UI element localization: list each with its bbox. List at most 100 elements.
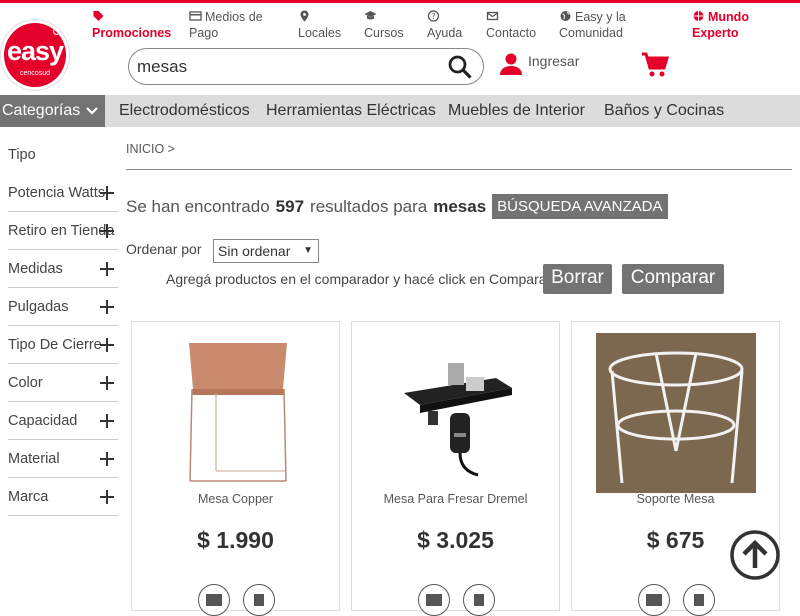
- breadcrumb[interactable]: INICIO >: [126, 142, 175, 156]
- top-links: Promociones Medios de Pago Locales Curso…: [0, 9, 800, 45]
- results-query: mesas: [433, 197, 487, 216]
- facet-label: Tipo De Cierre: [8, 337, 102, 353]
- search-box: [128, 48, 484, 85]
- product-image[interactable]: [596, 333, 756, 493]
- results-summary: Se han encontrado 597 resultados para mesas…: [126, 194, 668, 220]
- graduation-cap-icon: [364, 11, 377, 20]
- svg-text:?: ?: [431, 12, 435, 21]
- cursos-label: Cursos: [364, 26, 404, 40]
- facet-potencia[interactable]: Potencia Watts: [8, 174, 118, 212]
- locales-link[interactable]: Locales: [298, 9, 341, 41]
- mail-icon: [486, 11, 499, 21]
- compare-button[interactable]: Comparar: [622, 264, 724, 294]
- promociones-label: Promociones: [92, 26, 172, 40]
- facet-capacidad[interactable]: Capacidad: [8, 402, 118, 440]
- store-pickup-icon: [243, 584, 275, 616]
- clear-button[interactable]: Borrar: [543, 264, 612, 294]
- logo-sub-text: cencosud: [20, 70, 50, 77]
- plus-icon[interactable]: [100, 224, 114, 238]
- search-icon[interactable]: [447, 54, 473, 80]
- mundo-experto-link[interactable]: Mundo Experto: [692, 9, 782, 41]
- medios-pago-link[interactable]: Medios de Pago: [189, 9, 269, 41]
- plus-icon[interactable]: [100, 452, 114, 466]
- store-pickup-icon: [463, 584, 495, 616]
- product-price: $ 3.025: [417, 527, 494, 553]
- advanced-search-button[interactable]: BÚSQUEDA AVANZADA: [492, 194, 668, 219]
- product-image[interactable]: [376, 333, 536, 493]
- product-name[interactable]: Mesa Copper: [132, 492, 339, 506]
- plus-icon[interactable]: [100, 186, 114, 200]
- store-pickup-icon: [683, 584, 715, 616]
- contacto-link[interactable]: Contacto: [486, 9, 536, 41]
- category-navbar: Categorías Electrodomésticos Herramienta…: [0, 95, 800, 127]
- globe-icon: [693, 11, 704, 21]
- login-link[interactable]: Ingresar: [498, 51, 579, 79]
- facet-label: Marca: [8, 489, 49, 505]
- nav-item-banos[interactable]: Baños y Cocinas: [604, 95, 724, 127]
- facet-label: Capacidad: [8, 413, 78, 429]
- locales-label: Locales: [298, 26, 342, 40]
- categories-dropdown[interactable]: Categorías: [0, 95, 105, 127]
- chevron-down-icon: [86, 107, 98, 115]
- sort-select[interactable]: Sin ordenar ▼: [213, 239, 319, 263]
- location-pin-icon: [300, 10, 309, 22]
- product-image[interactable]: [156, 333, 316, 493]
- scroll-to-top-icon[interactable]: [729, 529, 781, 581]
- product-card[interactable]: Mesa Para Fresar Dremel $ 3.025: [351, 321, 560, 616]
- facet-pulgadas[interactable]: Pulgadas: [8, 288, 118, 326]
- product-name[interactable]: Mesa Para Fresar Dremel: [352, 492, 559, 506]
- results-middle: resultados para: [310, 197, 428, 216]
- nav-item-muebles[interactable]: Muebles de Interior: [448, 95, 585, 127]
- cart-icon[interactable]: [640, 50, 670, 80]
- card-icon: [189, 11, 202, 21]
- facet-material[interactable]: Material: [8, 440, 118, 478]
- sort-control: Ordenar por Sin ordenar ▼: [126, 239, 319, 263]
- truck-icon: [418, 584, 450, 616]
- search-input[interactable]: [137, 55, 437, 79]
- facet-label: Potencia Watts: [8, 185, 105, 201]
- nav-item-herramientas[interactable]: Herramientas Eléctricas: [266, 95, 436, 127]
- breadcrumb-divider: [126, 169, 792, 170]
- sort-label: Ordenar por: [126, 241, 202, 257]
- promociones-link[interactable]: Promociones: [92, 9, 171, 41]
- facet-color[interactable]: Color: [8, 364, 118, 402]
- product-name[interactable]: Soporte Mesa: [572, 492, 779, 506]
- nav-item-electrodomesticos[interactable]: Electrodomésticos: [119, 95, 250, 127]
- categories-label: Categorías: [2, 102, 81, 119]
- results-count: 597: [275, 197, 305, 216]
- sort-selected-value: Sin ordenar: [218, 243, 291, 259]
- facet-label: Color: [8, 375, 43, 391]
- truck-icon: [638, 584, 670, 616]
- plus-icon[interactable]: [100, 338, 114, 352]
- facet-medidas[interactable]: Medidas: [8, 250, 118, 288]
- login-label: Ingresar: [528, 53, 580, 69]
- plus-icon[interactable]: [100, 414, 114, 428]
- dropdown-arrow-icon: ▼: [303, 245, 313, 256]
- truck-icon: [198, 584, 230, 616]
- facet-label: Retiro en Tienda: [8, 223, 115, 239]
- contacto-label: Contacto: [486, 26, 537, 40]
- facet-label: Medidas: [8, 261, 63, 277]
- facet-label: Pulgadas: [8, 299, 69, 315]
- header: easy cencosud Promociones Medios de Pago…: [0, 3, 800, 95]
- facet-retiro[interactable]: Retiro en Tienda: [8, 212, 118, 250]
- facet-marca[interactable]: Marca: [8, 478, 118, 516]
- product-price: $ 1.990: [197, 527, 274, 553]
- cursos-link[interactable]: Cursos: [364, 9, 404, 41]
- plus-icon[interactable]: [100, 300, 114, 314]
- ayuda-link[interactable]: ? Ayuda: [427, 9, 462, 41]
- results-prefix: Se han encontrado: [126, 197, 270, 216]
- comunidad-link[interactable]: Easy y la Comunidad: [559, 9, 669, 41]
- filter-sidebar: Tipo Potencia Watts Retiro en Tienda Med…: [8, 136, 118, 516]
- facet-label: Material: [8, 451, 60, 467]
- plus-icon[interactable]: [100, 376, 114, 390]
- plus-icon[interactable]: [100, 490, 114, 504]
- user-icon: [500, 53, 522, 75]
- tag-icon: [93, 11, 104, 21]
- facet-tipo-cierre[interactable]: Tipo De Cierre: [8, 326, 118, 364]
- plus-icon[interactable]: [100, 262, 114, 276]
- help-icon: ?: [427, 10, 440, 22]
- compare-hint: Agregá productos en el comparador y hacé…: [166, 271, 552, 287]
- facet-tipo[interactable]: Tipo: [8, 136, 118, 174]
- product-card[interactable]: Mesa Copper $ 1.990: [131, 321, 340, 616]
